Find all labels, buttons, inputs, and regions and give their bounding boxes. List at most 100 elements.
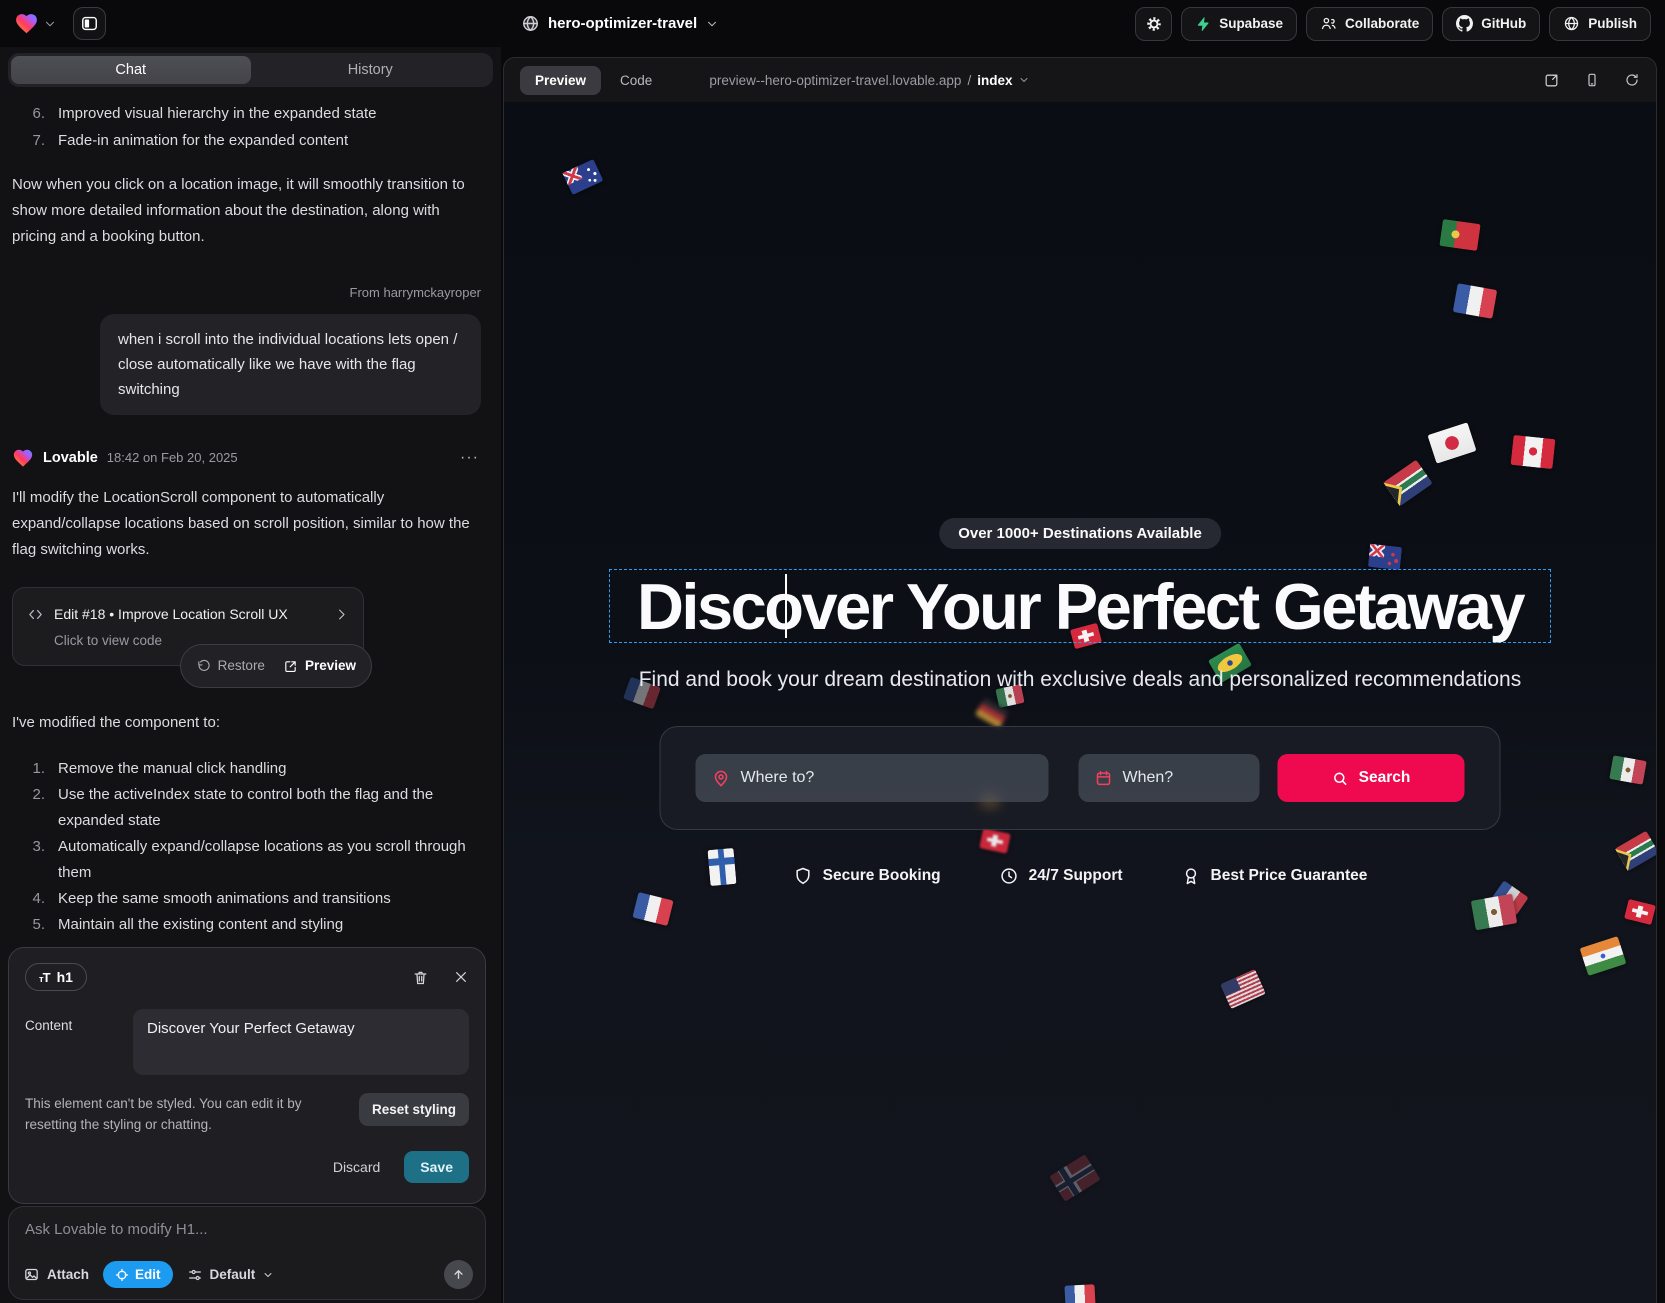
- assistant-paragraph: I'll modify the LocationScroll component…: [12, 485, 487, 563]
- save-button[interactable]: Save: [404, 1151, 469, 1183]
- external-link-icon: [283, 659, 298, 674]
- refresh-icon[interactable]: [1624, 72, 1640, 88]
- tab-chat[interactable]: Chat: [11, 56, 251, 84]
- crosshair-icon: [115, 1268, 129, 1282]
- preview-url[interactable]: preview--hero-optimizer-travel.lovable.a…: [709, 73, 1030, 88]
- calendar-icon: [1095, 769, 1113, 787]
- mode-select[interactable]: Default: [187, 1267, 275, 1283]
- sidebar-tabs: Chat History: [8, 53, 493, 87]
- users-icon: [1320, 15, 1337, 32]
- when-input[interactable]: When?: [1079, 754, 1260, 802]
- close-icon[interactable]: [453, 969, 469, 985]
- sidebar-toggle-button[interactable]: [73, 7, 106, 40]
- collaborate-button[interactable]: Collaborate: [1306, 7, 1433, 41]
- preview-panel: Preview Code preview--hero-optimizer-tra…: [503, 57, 1657, 1303]
- element-tag-badge[interactable]: ᴛT h1: [25, 963, 87, 991]
- github-icon: [1456, 15, 1473, 32]
- lovable-logo-heart-icon[interactable]: [14, 11, 39, 36]
- lovable-avatar: [12, 447, 34, 469]
- gear-icon: [1145, 15, 1163, 33]
- reset-styling-button[interactable]: Reset styling: [359, 1093, 469, 1126]
- supabase-button[interactable]: Supabase: [1181, 7, 1297, 41]
- restore-icon: [196, 659, 211, 674]
- where-to-input[interactable]: Where to?: [696, 754, 1049, 802]
- mobile-view-icon[interactable]: [1584, 72, 1600, 88]
- preview-version-button[interactable]: Preview: [283, 653, 356, 679]
- trash-icon[interactable]: [412, 969, 429, 986]
- top-bar: hero-optimizer-travel Supabase Collabora…: [0, 0, 1665, 47]
- destinations-badge: Over 1000+ Destinations Available: [939, 518, 1221, 549]
- list-item: 4.Keep the same smooth animations and tr…: [12, 886, 487, 912]
- clock-icon: [999, 866, 1019, 886]
- content-label: Content: [25, 1009, 133, 1075]
- tab-code[interactable]: Code: [605, 66, 667, 95]
- flag-norway-icon: [1049, 1154, 1101, 1202]
- assistant-list-bottom: 1.Remove the manual click handling 2.Use…: [12, 756, 487, 938]
- list-item: 3.Automatically expand/collapse location…: [12, 834, 487, 886]
- globe-icon: [1563, 15, 1580, 32]
- project-switcher[interactable]: hero-optimizer-travel: [521, 14, 719, 33]
- flag-france-icon: [1064, 1284, 1095, 1303]
- attach-button[interactable]: Attach: [23, 1266, 89, 1283]
- assistant-list-top: 6.Improved visual hierarchy in the expan…: [12, 101, 487, 154]
- image-icon: [23, 1266, 40, 1283]
- message-menu-icon[interactable]: ···: [460, 445, 479, 471]
- restore-button[interactable]: Restore: [196, 653, 265, 679]
- open-external-icon[interactable]: [1543, 72, 1560, 89]
- shield-icon: [793, 866, 813, 886]
- flag-usa-icon: [1220, 969, 1266, 1009]
- type-icon: ᴛT: [39, 969, 50, 985]
- flag-japan-icon: [1427, 422, 1476, 464]
- tab-history[interactable]: History: [251, 56, 491, 84]
- discard-button[interactable]: Discard: [333, 1159, 380, 1175]
- chat-scroll-area[interactable]: 6.Improved visual hierarchy in the expan…: [0, 91, 501, 943]
- edit-version-card[interactable]: Edit #18 • Improve Location Scroll UX Cl…: [12, 587, 364, 666]
- flag-portugal-icon: [1439, 219, 1480, 251]
- search-bar: Where to? When? Search: [660, 726, 1501, 830]
- element-tag-label: h1: [57, 969, 73, 985]
- site-viewport: Over 1000+ Destinations Available Discov…: [504, 102, 1656, 1303]
- assistant-paragraph: I've modified the component to:: [12, 710, 487, 736]
- supabase-bolt-icon: [1195, 16, 1211, 32]
- message-timestamp: 18:42 on Feb 20, 2025: [107, 445, 238, 471]
- styling-note: This element can't be styled. You can ed…: [25, 1093, 345, 1135]
- project-name: hero-optimizer-travel: [548, 15, 697, 32]
- flag-south-africa-icon: [1383, 460, 1432, 507]
- chat-input[interactable]: [25, 1221, 469, 1238]
- feature-support: 24/7 Support: [999, 866, 1123, 886]
- assistant-name: Lovable: [43, 445, 98, 471]
- version-actions: Restore Preview: [180, 644, 372, 688]
- send-button[interactable]: [444, 1260, 473, 1289]
- tab-preview[interactable]: Preview: [520, 66, 601, 95]
- map-pin-icon: [712, 769, 731, 788]
- flag-switzerland-icon: [979, 828, 1011, 853]
- flag-australia-icon: [563, 159, 604, 195]
- content-textarea[interactable]: Discover Your Perfect Getaway: [133, 1009, 469, 1075]
- assistant-message-header: Lovable 18:42 on Feb 20, 2025 ···: [12, 445, 487, 471]
- element-editor-panel: ᴛT h1 Content Discover Your Perfect Geta…: [8, 947, 486, 1204]
- search-button[interactable]: Search: [1278, 754, 1465, 802]
- chevron-down-icon: [262, 1269, 274, 1281]
- flag-canada-icon: [1511, 435, 1556, 469]
- globe-icon: [521, 14, 540, 33]
- edit-mode-button[interactable]: Edit: [103, 1261, 173, 1288]
- list-item: 6.Improved visual hierarchy in the expan…: [12, 101, 487, 127]
- code-icon: [27, 606, 44, 623]
- arrow-up-icon: [451, 1267, 466, 1282]
- chevron-right-icon: [334, 607, 349, 622]
- github-button[interactable]: GitHub: [1442, 7, 1540, 41]
- list-item: 1.Remove the manual click handling: [12, 756, 487, 782]
- list-item: 7.Fade-in animation for the expanded con…: [12, 128, 487, 154]
- feature-best-price: Best Price Guarantee: [1181, 866, 1368, 886]
- chat-input-panel: Attach Edit Default: [8, 1206, 486, 1300]
- publish-button[interactable]: Publish: [1549, 7, 1651, 41]
- chevron-down-icon[interactable]: [43, 17, 57, 31]
- flag-mexico-icon: [1609, 755, 1647, 785]
- preview-toolbar: Preview Code preview--hero-optimizer-tra…: [504, 58, 1656, 102]
- h1-selection-outline[interactable]: Discover Your Perfect Getaway: [609, 569, 1551, 643]
- site-title[interactable]: Discover Your Perfect Getaway: [637, 569, 1523, 644]
- flag-new-zealand-icon: [1368, 544, 1402, 570]
- flag-mexico-icon: [1471, 894, 1518, 931]
- flag-france-icon: [1453, 283, 1497, 319]
- settings-button[interactable]: [1135, 7, 1172, 41]
